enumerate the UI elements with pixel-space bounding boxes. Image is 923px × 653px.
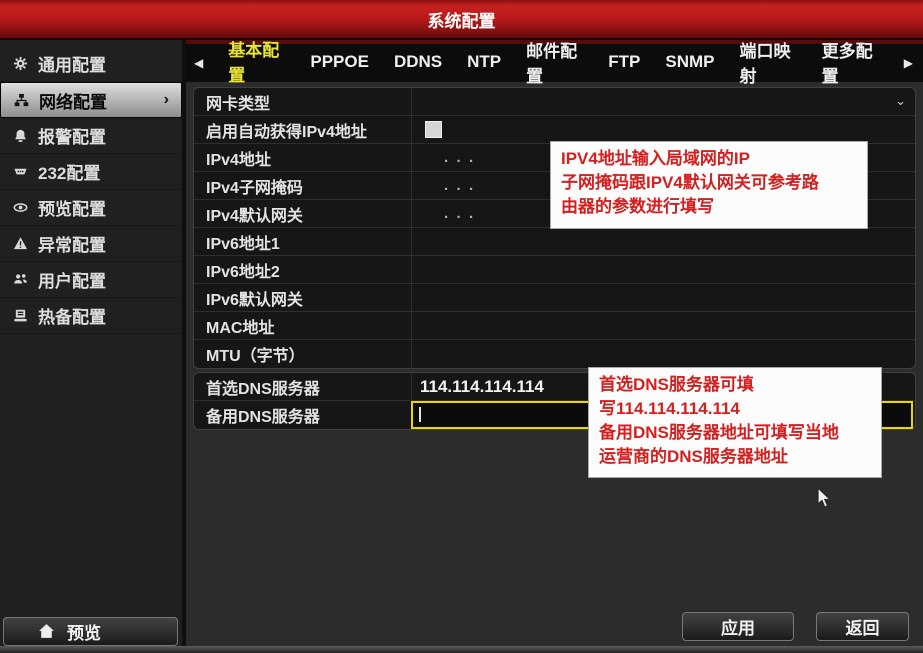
sidebar-item-hot-spare[interactable]: 热备配置 bbox=[0, 298, 182, 334]
sidebar-item-label: 通用配置 bbox=[38, 51, 106, 76]
dhcp-checkbox[interactable] bbox=[425, 121, 442, 138]
sidebar-item-label: 报警配置 bbox=[38, 123, 106, 148]
sidebar-item-label: 网络配置 bbox=[39, 88, 107, 113]
window-bottom-edge bbox=[0, 646, 923, 653]
sidebar-item-label: 热备配置 bbox=[38, 303, 106, 328]
preferred-dns-value: 114.114.114.114 bbox=[420, 377, 544, 397]
sidebar-item-exception[interactable]: 异常配置 bbox=[0, 226, 182, 262]
field-label: 首选DNS服务器 bbox=[194, 373, 412, 400]
tab-email[interactable]: 邮件配置 bbox=[526, 37, 583, 89]
live-view-button-label: 预览 bbox=[67, 619, 101, 644]
apply-button-label: 应用 bbox=[721, 614, 755, 639]
sidebar: 通用配置 网络配置 › bbox=[0, 40, 186, 653]
field-label: IPv4默认网关 bbox=[194, 200, 412, 227]
users-icon bbox=[12, 272, 29, 287]
tabs-scroll-right-icon[interactable]: ▶ bbox=[904, 56, 913, 70]
sidebar-item-label: 异常配置 bbox=[38, 231, 106, 256]
field-label: IPv6地址1 bbox=[194, 228, 412, 255]
tab-basic-config[interactable]: 基本配置 bbox=[228, 36, 285, 90]
system-config-window: 系统配置 通用配置 bbox=[0, 0, 923, 653]
form-row-ipv6-address-1: IPv6地址1 bbox=[194, 228, 915, 256]
ip-octet-separators: . . . bbox=[420, 177, 473, 194]
sidebar-item-general[interactable]: 通用配置 bbox=[0, 46, 182, 82]
field-label: IPv4地址 bbox=[194, 144, 412, 171]
back-button[interactable]: 返回 bbox=[816, 612, 909, 641]
tab-ftp[interactable]: FTP bbox=[608, 52, 640, 74]
field-label: 备用DNS服务器 bbox=[194, 401, 412, 429]
warning-icon bbox=[12, 236, 29, 251]
dhcp-value-cell bbox=[412, 116, 915, 143]
form-row-dhcp: 启用自动获得IPv4地址 bbox=[194, 116, 915, 144]
field-label: 网卡类型 bbox=[194, 88, 412, 115]
annotation-line: 运营商的DNS服务器地址 bbox=[599, 445, 871, 469]
field-label: IPv6地址2 bbox=[194, 256, 412, 283]
form-row-mac-address: MAC地址 bbox=[194, 312, 915, 340]
home-icon bbox=[38, 624, 55, 639]
text-caret bbox=[419, 407, 421, 422]
field-label: IPv4子网掩码 bbox=[194, 172, 412, 199]
annotation-line: IPV4地址输入局域网的IP bbox=[561, 147, 857, 171]
network-icon bbox=[13, 93, 30, 108]
title-bar: 系统配置 bbox=[0, 0, 923, 40]
tab-ddns[interactable]: DDNS bbox=[394, 52, 442, 74]
ipv6-gateway-input[interactable] bbox=[412, 284, 915, 311]
ipv6-address-2-input[interactable] bbox=[412, 256, 915, 283]
nic-type-select[interactable]: ⌄ bbox=[412, 88, 915, 115]
sidebar-item-label: 232配置 bbox=[38, 159, 100, 184]
sidebar-item-label: 用户配置 bbox=[38, 267, 106, 292]
gear-icon bbox=[12, 56, 29, 71]
field-label: MAC地址 bbox=[194, 312, 412, 339]
tab-more-config[interactable]: 更多配置 bbox=[822, 37, 879, 89]
sidebar-item-alarm[interactable]: 报警配置 bbox=[0, 118, 182, 154]
tab-ntp[interactable]: NTP bbox=[467, 52, 501, 74]
form-row-nic-type: 网卡类型 ⌄ bbox=[194, 88, 915, 116]
mouse-cursor bbox=[817, 487, 832, 509]
sidebar-item-label: 预览配置 bbox=[38, 195, 106, 220]
eye-icon bbox=[12, 200, 29, 215]
live-view-button[interactable]: 预览 bbox=[3, 617, 178, 646]
sidebar-item-232[interactable]: 232配置 bbox=[0, 154, 182, 190]
annotation-line: 首选DNS服务器可填 bbox=[599, 373, 871, 397]
sidebar-item-preview-config[interactable]: 预览配置 bbox=[0, 190, 182, 226]
chevron-down-icon[interactable]: ⌄ bbox=[895, 93, 906, 109]
alarm-icon bbox=[12, 128, 29, 143]
field-label: IPv6默认网关 bbox=[194, 284, 412, 311]
annotation-ipv4-help: IPV4地址输入局域网的IP 子网掩码跟IPV4默认网关可参考路 由器的参数进行… bbox=[550, 141, 868, 229]
sidebar-item-network[interactable]: 网络配置 › bbox=[0, 82, 182, 118]
selected-chevron-icon: › bbox=[164, 91, 169, 109]
annotation-dns-help: 首选DNS服务器可填 写114.114.114.114 备用DNS服务器地址可填… bbox=[588, 367, 882, 478]
back-button-label: 返回 bbox=[846, 614, 880, 639]
tab-pppoe[interactable]: PPPOE bbox=[310, 52, 369, 74]
annotation-line: 由器的参数进行填写 bbox=[561, 195, 857, 219]
form-row-ipv6-address-2: IPv6地址2 bbox=[194, 256, 915, 284]
apply-button[interactable]: 应用 bbox=[682, 612, 794, 641]
annotation-line: 备用DNS服务器地址可填写当地 bbox=[599, 421, 871, 445]
sidebar-item-users[interactable]: 用户配置 bbox=[0, 262, 182, 298]
form-row-ipv6-gateway: IPv6默认网关 bbox=[194, 284, 915, 312]
annotation-line: 写114.114.114.114 bbox=[599, 397, 871, 421]
window-title: 系统配置 bbox=[428, 7, 496, 32]
field-label: MTU（字节） bbox=[194, 340, 412, 368]
tab-port-mapping[interactable]: 端口映射 bbox=[739, 37, 796, 89]
tab-snmp[interactable]: SNMP bbox=[665, 52, 714, 74]
annotation-line: 子网掩码跟IPV4默认网关可参考路 bbox=[561, 171, 857, 195]
form-row-mtu: MTU（字节） bbox=[194, 340, 915, 368]
mtu-input[interactable] bbox=[412, 340, 915, 368]
ip-octet-separators: . . . bbox=[420, 149, 473, 166]
tabs-scroll-left-icon[interactable]: ◀ bbox=[194, 56, 203, 70]
field-label: 启用自动获得IPv4地址 bbox=[194, 116, 412, 143]
ipv6-address-1-input[interactable] bbox=[412, 228, 915, 255]
mac-address-value bbox=[412, 312, 915, 339]
ip-octet-separators: . . . bbox=[420, 205, 473, 222]
sidebar-nav: 通用配置 网络配置 › bbox=[0, 46, 182, 334]
serial-port-icon bbox=[12, 164, 29, 179]
tab-bar: ◀ 基本配置 PPPOE DDNS NTP 邮件配置 FTP SNMP 端口映射… bbox=[186, 40, 923, 82]
hot-spare-icon bbox=[12, 308, 29, 323]
